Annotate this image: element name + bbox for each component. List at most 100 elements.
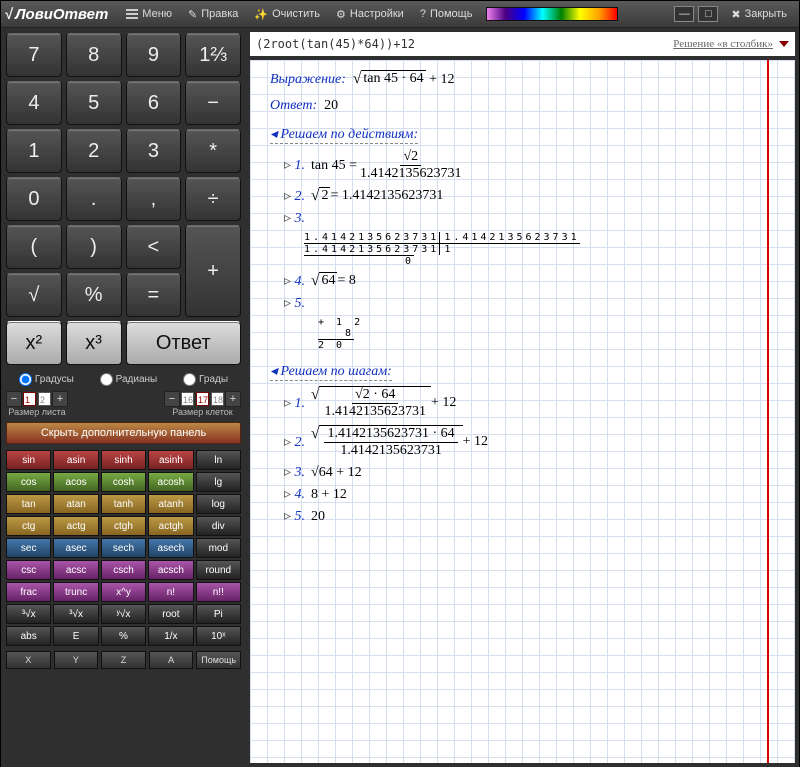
sheet-dec[interactable]: −: [6, 391, 22, 407]
step-a2[interactable]: 2. 2 = 1.4142135623731: [284, 187, 765, 205]
step-a3[interactable]: 3.: [284, 210, 765, 227]
fn-log[interactable]: log: [196, 494, 241, 514]
mode-deg[interactable]: Градусы: [19, 373, 74, 386]
hide-panel-button[interactable]: Скрыть дополнительную панель: [6, 422, 241, 444]
key-fraction[interactable]: 1⅔: [185, 33, 241, 77]
var-z[interactable]: Z: [101, 651, 146, 669]
key-4[interactable]: 4: [6, 81, 62, 125]
key-dot[interactable]: .: [66, 177, 122, 221]
cell-16[interactable]: 16: [181, 392, 194, 406]
by-steps-header[interactable]: ◂ Решаем по шагам:: [270, 363, 392, 381]
fn-tan[interactable]: tan: [6, 494, 51, 514]
fn-sec[interactable]: sec: [6, 538, 51, 558]
sheet-page-2[interactable]: 2: [38, 392, 51, 406]
fn-acsch[interactable]: acsch: [148, 560, 193, 580]
step-a4[interactable]: 4. 64 = 8: [284, 272, 765, 290]
fn-asec[interactable]: asec: [53, 538, 98, 558]
key-rparen[interactable]: ): [66, 225, 122, 269]
fn-[interactable]: %: [101, 626, 146, 646]
cell-18[interactable]: 18: [211, 392, 224, 406]
key-lparen[interactable]: (: [6, 225, 62, 269]
fn-asin[interactable]: asin: [53, 450, 98, 470]
key-x2[interactable]: x²: [6, 321, 62, 365]
key-8[interactable]: 8: [66, 33, 122, 77]
fn-1x[interactable]: 1/x: [148, 626, 193, 646]
spectrum-bar[interactable]: [486, 7, 618, 21]
key-backspace[interactable]: <: [126, 225, 182, 269]
fn-csch[interactable]: csch: [101, 560, 146, 580]
edit-button[interactable]: ✎Правка: [181, 5, 245, 24]
mode-grad[interactable]: Грады: [183, 373, 228, 386]
fn-atanh[interactable]: atanh: [148, 494, 193, 514]
var-y[interactable]: Y: [54, 651, 99, 669]
fn-n[interactable]: n!: [148, 582, 193, 602]
key-comma[interactable]: ,: [126, 177, 182, 221]
fn-x[interactable]: ³√x: [6, 604, 51, 624]
fn-sech[interactable]: sech: [101, 538, 146, 558]
fn-actg[interactable]: actg: [53, 516, 98, 536]
step-s4[interactable]: 4.8 + 12: [284, 486, 765, 503]
fn-actgh[interactable]: actgh: [148, 516, 193, 536]
key-divide[interactable]: ÷: [185, 177, 241, 221]
fn-ln[interactable]: ln: [196, 450, 241, 470]
fn-Pi[interactable]: Pi: [196, 604, 241, 624]
fn-ctgh[interactable]: ctgh: [101, 516, 146, 536]
fn-sinh[interactable]: sinh: [101, 450, 146, 470]
close-button[interactable]: ✖Закрыть: [724, 5, 794, 24]
cell-inc[interactable]: +: [225, 391, 241, 407]
fn-round[interactable]: round: [196, 560, 241, 580]
fn-acsc[interactable]: acsc: [53, 560, 98, 580]
var-a[interactable]: A: [149, 651, 194, 669]
step-s3[interactable]: 3.√64 + 12: [284, 464, 765, 481]
fn-trunc[interactable]: trunc: [53, 582, 98, 602]
sheet-inc[interactable]: +: [52, 391, 68, 407]
step-a1[interactable]: 1. tan 45 = √21.4142135623731: [284, 149, 765, 182]
by-actions-header[interactable]: ◂ Решаем по действиям:: [270, 126, 418, 144]
key-2[interactable]: 2: [66, 129, 122, 173]
key-5[interactable]: 5: [66, 81, 122, 125]
fn-atan[interactable]: atan: [53, 494, 98, 514]
step-a5[interactable]: 5.: [284, 295, 765, 312]
key-0[interactable]: 0: [6, 177, 62, 221]
fn-abs[interactable]: abs: [6, 626, 51, 646]
fn-ctg[interactable]: ctg: [6, 516, 51, 536]
key-x3[interactable]: x³: [66, 321, 122, 365]
step-s2[interactable]: 2. 1.4142135623731 · 641.4142135623731 +…: [284, 425, 765, 459]
fn-cosh[interactable]: cosh: [101, 472, 146, 492]
help-small[interactable]: Помощь: [196, 651, 241, 669]
fn-mod[interactable]: mod: [196, 538, 241, 558]
maximize-button[interactable]: □: [698, 6, 718, 22]
cell-dec[interactable]: −: [164, 391, 180, 407]
fn-tanh[interactable]: tanh: [101, 494, 146, 514]
fn-asech[interactable]: asech: [148, 538, 193, 558]
fn-xy[interactable]: x^y: [101, 582, 146, 602]
fn-cos[interactable]: cos: [6, 472, 51, 492]
key-percent[interactable]: %: [66, 273, 122, 317]
key-3[interactable]: 3: [126, 129, 182, 173]
fn-acos[interactable]: acos: [53, 472, 98, 492]
expression-input[interactable]: (2root(tan(45)*64))+12: [256, 37, 415, 51]
var-x[interactable]: X: [6, 651, 51, 669]
key-answer[interactable]: Ответ: [126, 321, 242, 365]
fn-root[interactable]: root: [148, 604, 193, 624]
fn-E[interactable]: E: [53, 626, 98, 646]
sheet-page-1[interactable]: 1: [23, 392, 36, 406]
fn-acosh[interactable]: acosh: [148, 472, 193, 492]
fn-csc[interactable]: csc: [6, 560, 51, 580]
key-multiply[interactable]: *: [185, 129, 241, 173]
key-7[interactable]: 7: [6, 33, 62, 77]
key-9[interactable]: 9: [126, 33, 182, 77]
mode-rad[interactable]: Радианы: [100, 373, 158, 386]
cell-17[interactable]: 17: [196, 392, 209, 406]
fn-x[interactable]: ʸ√x: [101, 604, 146, 624]
help-button[interactable]: ?Помощь: [413, 5, 480, 23]
key-plus[interactable]: +: [185, 225, 241, 317]
settings-button[interactable]: ⚙Настройки: [329, 5, 411, 24]
key-minus[interactable]: −: [185, 81, 241, 125]
key-equals[interactable]: =: [126, 273, 182, 317]
key-6[interactable]: 6: [126, 81, 182, 125]
fn-div[interactable]: div: [196, 516, 241, 536]
fn-frac[interactable]: frac: [6, 582, 51, 602]
clear-button[interactable]: ✨Очистить: [247, 5, 327, 24]
fn-x[interactable]: ³√x: [53, 604, 98, 624]
